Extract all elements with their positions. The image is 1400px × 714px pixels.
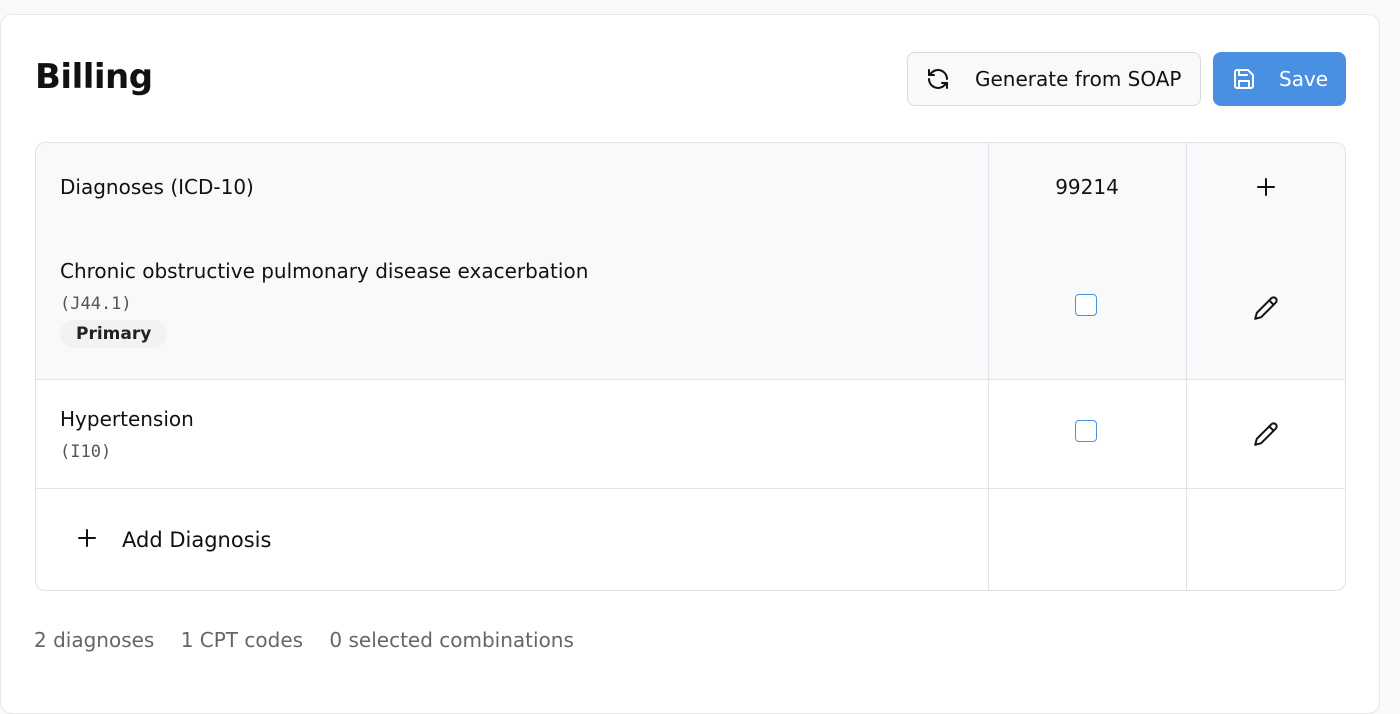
save-button[interactable]: Save — [1213, 52, 1346, 106]
billing-card: Billing Generate from SOAP Save Diagnose… — [0, 14, 1380, 714]
combination-checkbox[interactable] — [1075, 294, 1097, 316]
diagnoses-header-label: Diagnoses (ICD-10) — [60, 175, 254, 199]
cpt-count: 1 CPT codes — [180, 628, 304, 652]
column-divider — [1186, 143, 1187, 590]
diagnosis-code: (J44.1) — [60, 294, 132, 314]
combinations-count: 0 selected combinations — [329, 628, 574, 652]
page-title: Billing — [35, 57, 153, 97]
add-cpt-button[interactable] — [1255, 176, 1277, 202]
diagnosis-name: Hypertension — [60, 407, 194, 431]
add-diagnosis-label: Add Diagnosis — [122, 528, 272, 552]
generate-from-soap-button[interactable]: Generate from SOAP — [907, 52, 1201, 106]
diagnosis-code: (I10) — [60, 442, 112, 462]
pencil-icon — [1253, 296, 1279, 325]
floppy-disk-icon — [1232, 67, 1256, 96]
diagnosis-name: Chronic obstructive pulmonary disease ex… — [60, 259, 589, 283]
diagnoses-table: Diagnoses (ICD-10) 99214 Chronic obstruc… — [35, 142, 1346, 591]
table-row: Hypertension (I10) — [36, 380, 1345, 489]
add-diagnosis-row: Add Diagnosis — [36, 489, 1345, 590]
diagnoses-count: 2 diagnoses — [34, 628, 155, 652]
table-header-row: Diagnoses (ICD-10) 99214 — [36, 143, 1345, 233]
column-divider — [988, 143, 989, 590]
edit-diagnosis-button[interactable] — [1253, 421, 1279, 451]
plus-icon — [1255, 178, 1277, 202]
table-row: Chronic obstructive pulmonary disease ex… — [36, 233, 1345, 380]
refresh-icon — [926, 67, 950, 96]
generate-from-soap-label: Generate from SOAP — [975, 67, 1182, 91]
combination-checkbox[interactable] — [1075, 420, 1097, 442]
billing-summary: 2 diagnoses 1 CPT codes 0 selected combi… — [34, 628, 594, 652]
cpt-code-header: 99214 — [1055, 175, 1119, 199]
primary-badge: Primary — [60, 320, 168, 348]
save-label: Save — [1279, 67, 1329, 91]
pencil-icon — [1253, 422, 1279, 451]
edit-diagnosis-button[interactable] — [1253, 295, 1279, 325]
plus-icon — [76, 527, 98, 553]
add-diagnosis-button[interactable]: Add Diagnosis — [76, 527, 271, 553]
